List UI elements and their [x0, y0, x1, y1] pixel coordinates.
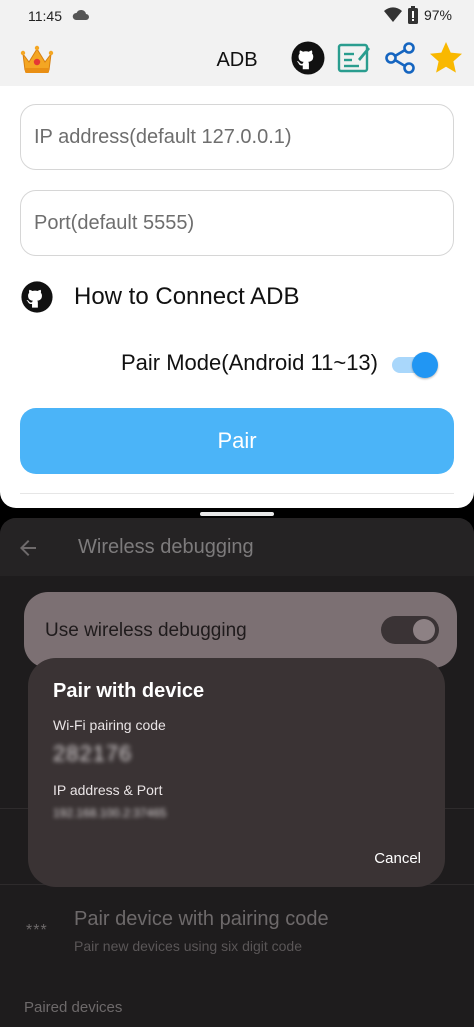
star-icon[interactable] — [426, 38, 466, 78]
pair-mode-row: Pair Mode(Android 11~13) — [0, 340, 474, 386]
pair-with-code-row[interactable]: *** Pair device with pairing code Pair n… — [0, 898, 474, 968]
github-icon — [21, 281, 53, 313]
battery-icon — [407, 6, 418, 24]
page-title: Wireless debugging — [78, 536, 254, 558]
wireless-debugging-switch[interactable] — [381, 616, 439, 644]
pair-button[interactable]: Pair — [20, 408, 454, 474]
ip-address-input[interactable] — [20, 104, 454, 170]
battery-percent: 97% — [423, 7, 452, 23]
how-to-connect-label: How to Connect ADB — [74, 283, 300, 310]
status-icons: 97% — [383, 6, 452, 24]
app-bar-actions — [288, 38, 466, 78]
pair-with-code-subtitle: Pair new devices using six digit code — [74, 938, 303, 954]
status-time: 11:45 — [28, 8, 62, 24]
how-to-connect-link[interactable]: How to Connect ADB — [20, 280, 299, 314]
use-wireless-debugging-label: Use wireless debugging — [45, 620, 247, 641]
share-icon[interactable] — [380, 38, 420, 78]
switch-thumb — [413, 619, 435, 641]
switch-thumb — [412, 352, 438, 378]
back-arrow-icon[interactable] — [16, 536, 40, 560]
pair-mode-label: Pair Mode(Android 11~13) — [120, 350, 378, 375]
divider — [20, 493, 454, 494]
split-screen-handle[interactable] — [200, 512, 274, 516]
use-wireless-debugging-row[interactable]: Use wireless debugging — [24, 592, 457, 668]
pair-mode-switch[interactable] — [392, 352, 438, 378]
paired-devices-header: Paired devices — [24, 999, 123, 1016]
pair-with-device-dialog: Pair with device Wi-Fi pairing code 2821… — [28, 658, 445, 887]
cloud-icon — [72, 9, 89, 20]
wifi-icon — [383, 7, 402, 23]
github-icon[interactable] — [288, 38, 328, 78]
settings-header: Wireless debugging — [0, 518, 474, 576]
port-input[interactable] — [20, 190, 454, 256]
dialog-title: Pair with device — [53, 680, 205, 702]
edit-note-icon[interactable] — [334, 38, 374, 78]
app-bar: ADB — [0, 32, 474, 86]
ip-port-label: IP address & Port — [53, 782, 163, 798]
dots-icon: *** — [26, 922, 48, 939]
pair-with-code-title: Pair device with pairing code — [74, 908, 329, 930]
ip-port-value: 192.168.100.2:37465 — [53, 806, 167, 820]
adb-app: 11:45 97% ADB IP address(default 127.0.0… — [0, 0, 474, 508]
pairing-code-value: 282176 — [53, 741, 133, 766]
status-bar: 11:45 97% — [0, 0, 474, 32]
pairing-code-label: Wi-Fi pairing code — [53, 717, 166, 733]
cancel-button[interactable]: Cancel — [374, 850, 421, 867]
